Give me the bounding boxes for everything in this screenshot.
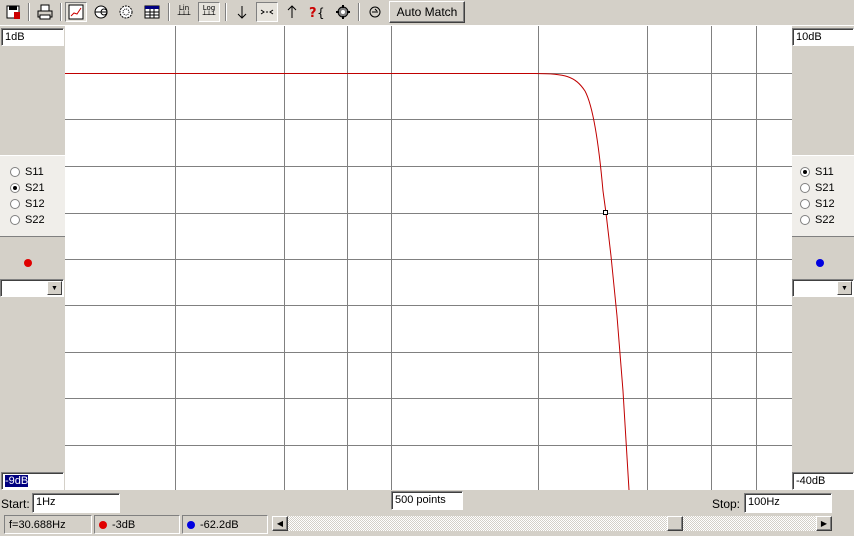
right-trace-select[interactable]: ▼ [792,279,854,297]
stop-label: Stop: [712,497,741,511]
right-radio-label: S12 [815,198,835,210]
polar-plot-icon[interactable] [115,2,137,22]
left-trace-select[interactable]: ▼ [0,279,64,297]
radio-circle [800,183,810,193]
right-radio-s21[interactable]: S21 [800,180,835,196]
size-grip [834,515,854,534]
svg-text:?: ? [309,6,317,20]
right-radio-label: S11 [815,166,834,178]
red-dot-icon [99,520,107,529]
match-icon[interactable] [364,2,386,22]
scrollbar-thumb[interactable] [666,516,683,531]
radio-circle [800,199,810,209]
right-radio-label: S22 [815,214,835,226]
left-radio-s22[interactable]: S22 [10,212,45,228]
trace1-value: -3dB [112,518,136,531]
left-radio-label: S12 [25,198,45,210]
left-radio-s21[interactable]: S21 [10,180,45,196]
chevron-down-icon[interactable]: ▼ [837,281,852,295]
scroll-left-button[interactable]: ◀ [272,516,288,531]
right-radio-s12[interactable]: S12 [800,196,835,212]
blue-dot-icon [187,520,195,529]
log-scale-button[interactable]: Log ┴┴┴ [198,2,220,22]
radio-circle [10,167,20,177]
save-icon[interactable] [2,2,24,22]
zoom-in-horizontal-icon[interactable] [256,2,278,22]
scroll-right-button[interactable]: ▶ [816,516,832,531]
left-trace-color-icon [24,259,32,267]
toolbar: Lin┴┴┴ Log┴┴┴ ?{} Auto Match [0,0,854,26]
trace2-readout: -62.2dB [182,515,268,534]
right-trace-color-icon [816,259,824,267]
frequency-readout: f=30.688Hz [4,515,92,534]
radio-circle [800,167,810,177]
right-radio-label: S21 [815,182,835,194]
help-icon[interactable]: ?{} [306,2,328,22]
radio-circle [10,183,20,193]
svg-text:{}: {} [317,6,326,20]
table-icon[interactable] [141,2,163,22]
trace-marker[interactable] [603,210,608,215]
left-radio-label: S21 [25,182,45,194]
left-scale-top-field[interactable]: 1dB [1,28,64,46]
lin-scale-button[interactable]: Lin ┴┴┴ [173,2,195,22]
left-scale-bottom-field[interactable]: -9dB [1,472,64,490]
frequency-scrollbar[interactable]: ◀ ▶ [271,515,833,532]
left-radio-s12[interactable]: S12 [10,196,45,212]
plot-background [65,26,792,490]
auto-match-button[interactable]: Auto Match [389,1,465,23]
arrow-down-icon[interactable] [231,2,253,22]
right-scale-top-field[interactable]: 10dB [792,28,854,46]
radio-circle [800,215,810,225]
points-field[interactable]: 500 points [391,491,463,510]
arrow-up-icon[interactable] [281,2,303,22]
radio-circle [10,199,20,209]
left-radio-s11[interactable]: S11 [10,164,44,180]
print-icon[interactable] [34,2,56,22]
radio-circle [10,215,20,225]
trace2-value: -62.2dB [200,518,239,531]
plot-area[interactable] [65,26,792,490]
tools-icon[interactable] [332,2,354,22]
right-radio-s11[interactable]: S11 [800,164,834,180]
start-frequency-field[interactable]: 1Hz [32,493,120,513]
start-label: Start: [1,497,30,511]
smith-chart-icon[interactable] [90,2,112,22]
trace1-readout: -3dB [94,515,180,534]
left-radio-label: S22 [25,214,45,226]
cartesian-plot-icon[interactable] [65,2,87,22]
left-radio-label: S11 [25,166,44,178]
right-scale-bottom-field[interactable]: -40dB [792,472,854,490]
chevron-down-icon[interactable]: ▼ [47,281,62,295]
right-radio-s22[interactable]: S22 [800,212,835,228]
left-scale-bottom-value: -9dB [5,475,29,487]
frequency-value: f=30.688Hz [9,518,66,531]
stop-frequency-field[interactable]: 100Hz [744,493,832,513]
